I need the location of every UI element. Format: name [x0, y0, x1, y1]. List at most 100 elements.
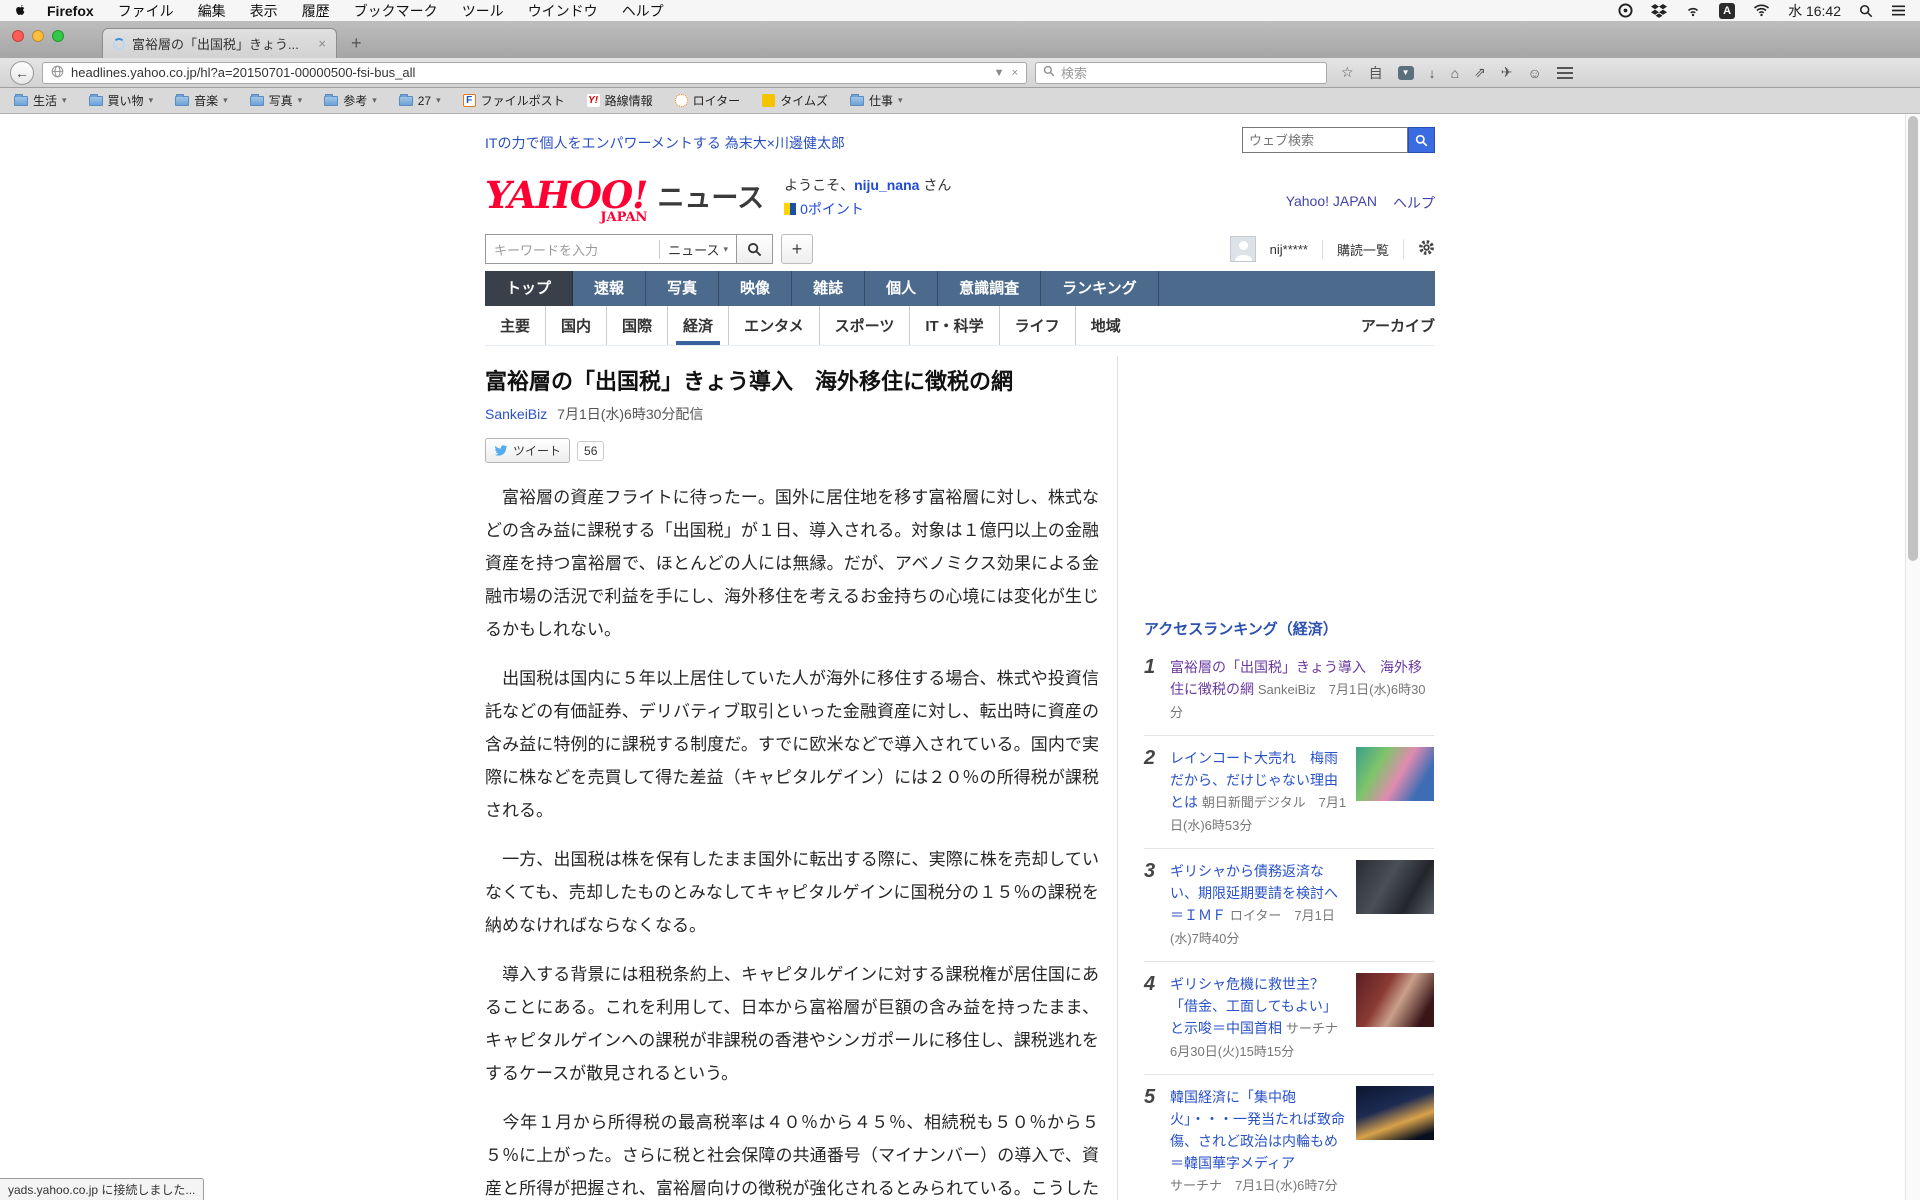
bookmark-folder-shopping[interactable]: 買い物▾ — [89, 92, 154, 109]
bookmark-reuters[interactable]: ロイター — [675, 92, 741, 109]
article-source-link[interactable]: SankeiBiz — [485, 406, 547, 422]
close-window-button[interactable] — [12, 30, 24, 42]
yahoo-japan-link[interactable]: Yahoo! JAPAN — [1286, 193, 1377, 213]
yahoo-japan-logo[interactable]: YAHOO! JAPAN — [485, 181, 647, 223]
archive-link[interactable]: アーカイブ — [1361, 315, 1435, 336]
bookmark-folder-photo[interactable]: 写真▾ — [250, 92, 303, 109]
ranking-thumbnail[interactable] — [1356, 1086, 1434, 1140]
scrollbar[interactable] — [1905, 114, 1920, 1200]
url-bar[interactable]: headlines.yahoo.co.jp/hl?a=20150701-0000… — [42, 62, 1027, 84]
minimize-window-button[interactable] — [32, 30, 44, 42]
chevron-down-icon: ▾ — [372, 95, 377, 106]
subnav-sports[interactable]: スポーツ — [819, 306, 910, 345]
new-tab-button[interactable]: + — [337, 33, 376, 58]
ranking-thumbnail[interactable] — [1356, 747, 1434, 801]
bookmark-folder-work[interactable]: 仕事▾ — [850, 92, 903, 109]
subnav-main[interactable]: 主要 — [485, 306, 545, 345]
scrollbar-thumb[interactable] — [1908, 116, 1918, 561]
wifi-icon[interactable] — [1753, 4, 1770, 17]
subnav-local[interactable]: 地域 — [1075, 306, 1136, 345]
account-id[interactable]: nij***** — [1270, 242, 1308, 257]
menu-help[interactable]: ヘルプ — [622, 1, 664, 21]
web-search-input[interactable] — [1242, 127, 1408, 153]
menu-hamburger-icon[interactable] — [1557, 67, 1573, 79]
ranking-link[interactable]: 韓国経済に「集中砲火」・・・一発当たれば致命傷、されど政治は内輪もめ＝韓国華字メ… — [1170, 1089, 1345, 1171]
help-link[interactable]: ヘルプ — [1393, 193, 1435, 213]
settings-gear-icon[interactable] — [1403, 239, 1435, 259]
bookmark-times[interactable]: タイムズ — [762, 92, 828, 109]
subnav-economy[interactable]: 経済 — [667, 306, 728, 345]
nav-tab-personal[interactable]: 個人 — [865, 271, 938, 306]
ranking-thumbnail[interactable] — [1356, 860, 1434, 914]
menu-bookmarks[interactable]: ブックマーク — [354, 1, 438, 21]
rank-number: 4 — [1144, 973, 1170, 1063]
menubar-app-name[interactable]: Firefox — [47, 3, 94, 19]
add-widget-button[interactable]: + — [781, 234, 813, 264]
bookmark-folder-27[interactable]: 27▾ — [399, 94, 441, 108]
nav-tab-ranking[interactable]: ランキング — [1041, 271, 1159, 306]
user-avatar[interactable] — [1230, 236, 1256, 262]
bookmark-filepost[interactable]: Fファイルポスト — [463, 92, 565, 109]
search-scope-dropdown[interactable]: ニュース▾ — [659, 240, 728, 259]
subnav-it-science[interactable]: IT・科学 — [909, 306, 998, 345]
menu-history[interactable]: 履歴 — [302, 1, 330, 21]
home-icon[interactable]: ⌂ — [1451, 65, 1459, 81]
subnav-international[interactable]: 国際 — [606, 306, 667, 345]
tab-close-icon[interactable]: × — [318, 36, 326, 51]
send-tab-icon[interactable]: ✈ — [1501, 64, 1513, 81]
url-text[interactable]: headlines.yahoo.co.jp/hl?a=20150701-0000… — [71, 65, 987, 80]
urlbar-dropdown-icon[interactable]: ▼ — [994, 67, 1005, 79]
subnav-entertainment[interactable]: エンタメ — [728, 306, 819, 345]
menu-window[interactable]: ウインドウ — [528, 1, 598, 21]
ranking-thumbnail[interactable] — [1356, 973, 1434, 1027]
menu-view[interactable]: 表示 — [250, 1, 278, 21]
nav-tab-magazine[interactable]: 雑誌 — [792, 271, 865, 306]
promo-ad-link[interactable]: ITの力で個人をエンパワーメントする 為末大×川邊健太郎 — [485, 127, 845, 153]
firefox-toolbar: ← headlines.yahoo.co.jp/hl?a=20150701-00… — [0, 58, 1920, 88]
spotlight-icon[interactable] — [1859, 4, 1873, 18]
nav-tab-video[interactable]: 映像 — [719, 271, 792, 306]
pocket-icon[interactable]: ▼ — [1398, 66, 1414, 80]
input-source-icon[interactable]: A — [1719, 3, 1735, 19]
news-search-button[interactable] — [737, 234, 773, 264]
nav-tab-poll[interactable]: 意識調査 — [938, 271, 1041, 306]
hello-icon[interactable]: ☺ — [1528, 65, 1542, 81]
chevron-down-icon: ▾ — [223, 95, 228, 106]
bookmark-star-icon[interactable]: ☆ — [1341, 64, 1354, 81]
creative-cloud-icon[interactable] — [1618, 3, 1633, 18]
share-icon[interactable]: ⇗ — [1474, 64, 1486, 81]
bookmark-transit[interactable]: Y!路線情報 — [587, 92, 653, 109]
downloads-icon[interactable]: ↓ — [1429, 65, 1436, 81]
menu-tools[interactable]: ツール — [462, 1, 504, 21]
dropbox-icon[interactable] — [1651, 4, 1667, 18]
logged-in-username[interactable]: niju_nana — [854, 177, 919, 193]
tweet-button[interactable]: ツイート — [485, 438, 570, 463]
menubar-clock[interactable]: 水 16:42 — [1788, 1, 1841, 21]
rank-number: 1 — [1144, 656, 1170, 724]
notification-center-icon[interactable] — [1891, 4, 1906, 17]
reading-list-icon[interactable]: 自 — [1369, 63, 1383, 83]
nav-tab-top[interactable]: トップ — [485, 271, 573, 306]
nav-tab-photo[interactable]: 写真 — [646, 271, 719, 306]
points-link[interactable]: 0ポイント — [800, 199, 864, 219]
back-button[interactable]: ← — [10, 61, 34, 85]
web-search-button[interactable] — [1408, 127, 1435, 153]
service-name-news[interactable]: ニュース — [657, 176, 764, 215]
menu-file[interactable]: ファイル — [118, 1, 174, 21]
wireless-transfer-icon[interactable] — [1685, 4, 1701, 17]
subnav-domestic[interactable]: 国内 — [545, 306, 606, 345]
folder-icon — [89, 96, 103, 106]
browser-search-box[interactable]: 検索 — [1035, 62, 1327, 84]
subnav-life[interactable]: ライフ — [999, 306, 1075, 345]
zoom-window-button[interactable] — [52, 30, 64, 42]
subscriptions-link[interactable]: 購読一覧 — [1322, 240, 1389, 259]
stop-loading-icon[interactable]: × — [1012, 67, 1018, 79]
nav-tab-flash[interactable]: 速報 — [573, 271, 646, 306]
news-search-input[interactable]: キーワードを入力 ニュース▾ — [485, 234, 737, 264]
bookmark-folder-reference[interactable]: 参考▾ — [324, 92, 377, 109]
menu-edit[interactable]: 編集 — [198, 1, 226, 21]
bookmark-folder-music[interactable]: 音楽▾ — [175, 92, 228, 109]
bookmark-folder-life[interactable]: 生活▾ — [14, 92, 67, 109]
browser-tab[interactable]: 富裕層の「出国税」きょう... × — [102, 28, 337, 58]
apple-menu-icon[interactable] — [14, 3, 27, 18]
